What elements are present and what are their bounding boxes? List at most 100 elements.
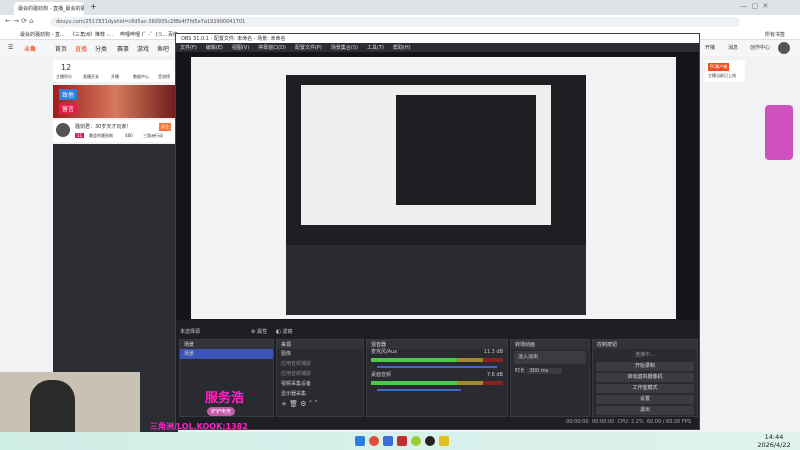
nav-buttons-icon[interactable]: ← → ⟳ ⌂	[5, 17, 34, 25]
stream-time: 00:00:00	[566, 419, 589, 425]
scene-item[interactable]: 场景	[180, 349, 273, 359]
source-item[interactable]: 视频采集设备	[277, 379, 363, 389]
mixer-panel: 混音器 麦克风/Aux 11.3 dB 桌面音频 7.6 dB	[366, 339, 508, 417]
stat-item[interactable]: 开播	[111, 74, 119, 80]
obs-source-toolbar: 未选择源 ⚙ 属性 ◧ 滤镜	[176, 326, 699, 336]
source-item[interactable]: 应用音频捕获	[277, 369, 363, 379]
browser-tab-bar: 最会的骚劲狗 - 直播_最会的骚 + — ▢ ✕	[0, 0, 800, 15]
banner-tag: 留言	[59, 103, 78, 114]
menu-profile[interactable]: 配置文件(P)	[295, 45, 322, 51]
sources-header: 来源	[277, 340, 363, 349]
stat-item[interactable]: 音浪榜	[158, 74, 170, 80]
obs-menubar: 文件(F) 编辑(E) 视图(V) 停靠窗口(D) 配置文件(P) 场景集合(S) 工具(T…	[176, 43, 699, 52]
menu-docks[interactable]: 停靠窗口(D)	[258, 45, 286, 51]
promo-widget[interactable]	[765, 105, 793, 160]
address-bar: ← → ⟳ ⌂ douyu.com/2517831dyshid=c8d5ac-3…	[0, 15, 800, 29]
menu-tools[interactable]: 工具(T)	[367, 45, 384, 51]
url-input[interactable]: douyu.com/2517831dyshid=c8d5ac-360935c2f…	[50, 17, 740, 27]
points-count: 12	[61, 63, 72, 72]
source-item[interactable]: 应用音频捕获	[277, 359, 363, 369]
nav-item[interactable]: 分类	[95, 44, 107, 53]
studio-mode-button[interactable]: 工作室模式	[596, 384, 694, 393]
bookmark[interactable]: 最会的骚劲狗 - 直...	[20, 31, 65, 38]
stream-title: 骚剑君：30岁天才玩家！	[75, 124, 132, 130]
app-icon[interactable]	[383, 436, 393, 446]
side-card: PC客户端 主播当前已上线	[705, 60, 745, 82]
stat-item[interactable]: 直播开关	[83, 74, 99, 80]
menu-scene-collection[interactable]: 场景集合(S)	[331, 45, 358, 51]
sticker-overlay: 服务浩 铲铲电竞 三角洲/LOL.KOOK:1382	[150, 385, 250, 432]
app-icon[interactable]	[411, 436, 421, 446]
window-controls[interactable]: — ▢ ✕	[740, 2, 768, 10]
streamer-info: 骚剑君：30岁天才玩家！ 关注 11 最会的骚劲狗 480 三角洲行动	[53, 120, 178, 142]
pc-client-button[interactable]: PC客户端	[708, 63, 730, 71]
points-label: 主播积分	[56, 74, 72, 79]
menu-help[interactable]: 帮助(H)	[393, 45, 411, 51]
bookmarks-folder[interactable]: 所有书签	[765, 31, 785, 38]
stream-button[interactable]: 连接中...	[596, 351, 694, 360]
app-icon[interactable]	[439, 436, 449, 446]
banner-tag: 致他	[59, 89, 78, 100]
app-icon[interactable]	[397, 436, 407, 446]
volume-slider[interactable]	[377, 366, 497, 368]
source-item[interactable]: 显示器采集	[277, 389, 363, 399]
virtual-camera-button[interactable]: 启动虚拟摄像机	[596, 373, 694, 382]
streamer-avatar[interactable]	[56, 123, 70, 137]
follow-button[interactable]: 关注	[159, 123, 171, 131]
nav-item[interactable]: 游戏	[137, 44, 149, 53]
banner[interactable]: 致他 留言	[53, 85, 178, 118]
side-notice: 主播当前已上线	[708, 73, 736, 78]
cpu-usage: CPU: 2.2%	[617, 419, 644, 425]
category[interactable]: 三角洲行动	[143, 133, 163, 139]
properties-button[interactable]: ⚙ 属性	[251, 328, 267, 335]
exit-button[interactable]: 退出	[596, 406, 694, 415]
nav-item[interactable]: 消息	[728, 44, 738, 51]
rec-time: 00:00:00	[591, 419, 615, 425]
bookmark[interactable]: 哔哩哔哩 (゜-゜)つ...	[120, 31, 167, 38]
source-actions-icon[interactable]: + 🗑 ⚙ ˄ ˅	[277, 399, 363, 409]
avatar[interactable]	[778, 42, 790, 54]
volume-slider[interactable]	[377, 389, 461, 391]
mixer-header: 混音器	[367, 340, 507, 349]
obs-preview[interactable]	[176, 52, 699, 320]
no-source-label: 未选择源	[180, 329, 201, 335]
bookmark[interactable]: 《三角洲》推荐 -...	[70, 31, 113, 38]
settings-button[interactable]: 设置	[596, 395, 694, 404]
menu-edit[interactable]: 编辑(E)	[206, 45, 223, 51]
chrome-icon[interactable]	[369, 436, 379, 446]
obs-window: OBS 31.0.1 - 配置文件: 未命名 - 场景: 未命名 文件(F) 编辑…	[175, 33, 700, 430]
menu-icon[interactable]: ☰	[8, 44, 13, 51]
sources-panel: 来源 图像 应用音频捕获 应用音频捕获 视频采集设备 显示器采集 + 🗑 ⚙ ˄…	[276, 339, 364, 417]
nav-item[interactable]: 鱼吧	[157, 44, 169, 53]
nav-item[interactable]: 创作中心	[750, 44, 770, 51]
new-tab-icon[interactable]: +	[90, 2, 97, 11]
nav-item[interactable]: 开播	[705, 44, 715, 51]
streamer-name[interactable]: 最会的骚劲狗	[89, 133, 113, 139]
record-button[interactable]: 开始录制	[596, 362, 694, 371]
controls-header: 控制按钮	[593, 340, 697, 349]
transitions-header: 转场动画	[511, 340, 589, 349]
obs-statusbar: 00:00:00 00:00:00 CPU: 2.2% 60.00 / 60.0…	[176, 419, 699, 429]
browser-tab[interactable]: 最会的骚劲狗 - 直播_最会的骚	[14, 2, 84, 15]
nav-item[interactable]: 直播	[75, 44, 87, 53]
transition-select[interactable]: 淡入淡出	[514, 351, 586, 364]
mixer-channel: 桌面音频 7.6 dB	[371, 372, 503, 378]
duration-label: 时长	[515, 368, 526, 374]
obs-icon[interactable]	[425, 436, 435, 446]
viewer-count: 480	[125, 133, 133, 138]
source-item[interactable]: 图像	[277, 349, 363, 359]
level-badge: 11	[75, 133, 85, 138]
menu-view[interactable]: 视图(V)	[232, 45, 249, 51]
transitions-panel: 转场动画 淡入淡出 时长 300 ms	[510, 339, 590, 417]
stat-item[interactable]: 数据中心	[133, 74, 149, 80]
clock-date: 2026/4/22	[757, 441, 791, 449]
menu-file[interactable]: 文件(F)	[180, 45, 197, 51]
nav-item[interactable]: 赛事	[117, 44, 129, 53]
site-logo[interactable]: 斗鱼	[24, 44, 36, 53]
filters-button[interactable]: ◧ 滤镜	[276, 328, 292, 335]
nav-item[interactable]: 首页	[55, 44, 67, 53]
obs-title: OBS 31.0.1 - 配置文件: 未命名 - 场景: 未命名	[176, 34, 699, 43]
duration-input[interactable]: 300 ms	[526, 368, 563, 374]
clock[interactable]: 14:44 2026/4/22	[752, 433, 796, 449]
start-icon[interactable]	[355, 436, 365, 446]
